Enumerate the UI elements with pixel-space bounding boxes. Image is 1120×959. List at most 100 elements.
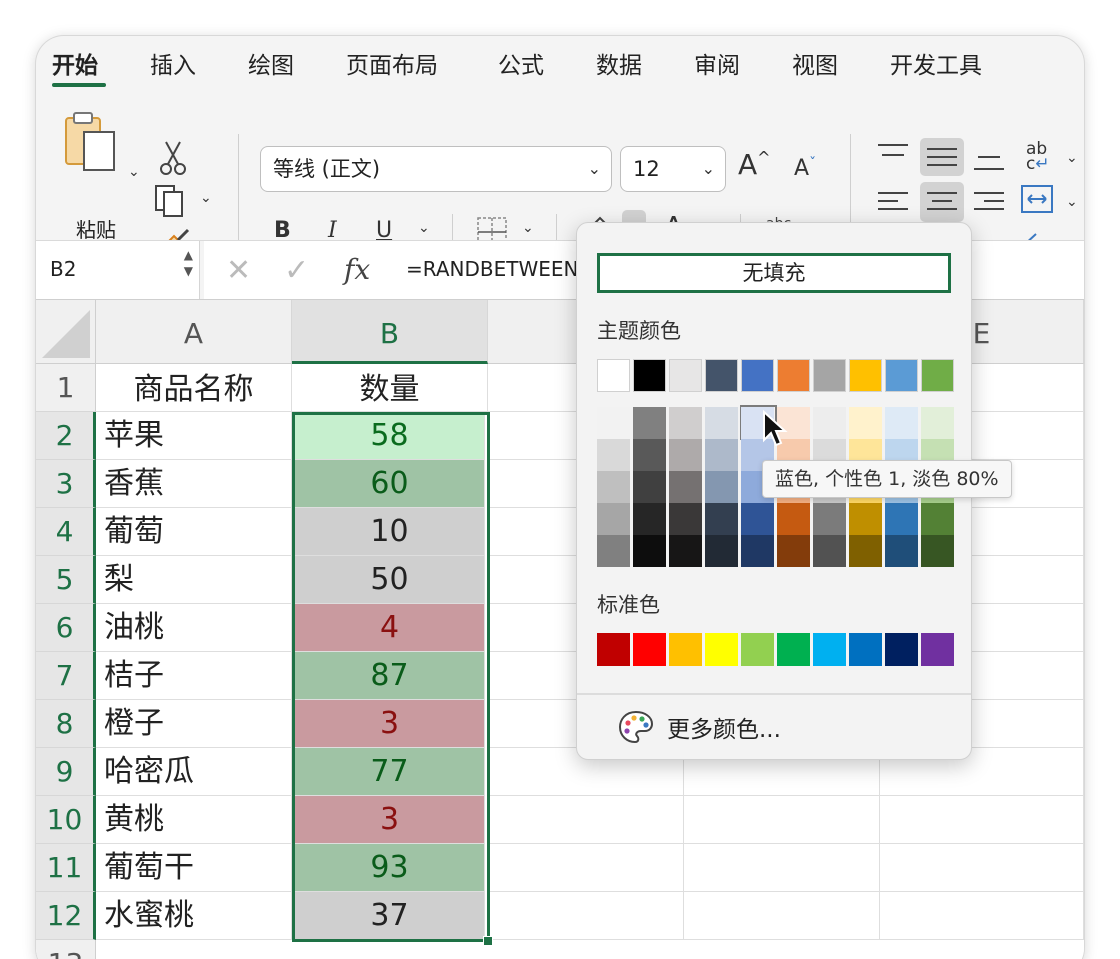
standard-color-swatch[interactable] — [705, 633, 738, 666]
theme-shade-swatch[interactable] — [705, 535, 738, 567]
theme-shade-swatch[interactable] — [597, 471, 630, 503]
table-cell-empty[interactable] — [488, 892, 684, 940]
table-cell-quantity[interactable]: 87 — [295, 652, 485, 700]
theme-shade-swatch[interactable] — [669, 439, 702, 471]
table-cell-product[interactable]: 水蜜桃 — [96, 892, 292, 940]
table-cell-product[interactable]: 黄桃 — [96, 796, 292, 844]
tab-insert[interactable]: 插入 — [150, 46, 196, 80]
align-middle-button[interactable] — [920, 138, 964, 176]
borders-dropdown-icon[interactable]: ⌄ — [522, 220, 534, 236]
standard-color-swatch[interactable] — [669, 633, 702, 666]
decrease-font-button[interactable]: Aˇ — [794, 156, 816, 181]
name-box-stepper-icon[interactable]: ▲ ▼ — [184, 247, 193, 279]
row-header-1[interactable]: 1 — [36, 364, 96, 412]
wrap-dropdown-icon[interactable]: ⌄ — [1066, 150, 1078, 166]
standard-color-swatch[interactable] — [813, 633, 846, 666]
theme-shade-swatch[interactable] — [849, 503, 882, 535]
theme-shade-swatch[interactable] — [777, 503, 810, 535]
theme-shade-swatch[interactable] — [705, 503, 738, 535]
increase-font-button[interactable]: A^ — [738, 148, 771, 181]
align-right-icon[interactable] — [974, 188, 1006, 218]
column-header-b[interactable]: B — [292, 300, 488, 364]
theme-shade-swatch[interactable] — [741, 535, 774, 567]
theme-color-swatch[interactable] — [921, 359, 954, 392]
table-cell-quantity[interactable]: 93 — [295, 844, 485, 892]
no-fill-button[interactable]: 无填充 — [597, 253, 951, 293]
table-cell-empty[interactable] — [488, 844, 684, 892]
theme-shade-swatch[interactable] — [921, 535, 954, 567]
theme-shade-swatch[interactable] — [597, 439, 630, 471]
paste-dropdown-icon[interactable]: ⌄ — [128, 164, 140, 180]
theme-shade-swatch[interactable] — [813, 503, 846, 535]
theme-shade-swatch[interactable] — [633, 503, 666, 535]
theme-color-swatch[interactable] — [669, 359, 702, 392]
theme-shade-swatch[interactable] — [777, 535, 810, 567]
theme-shade-swatch[interactable] — [813, 535, 846, 567]
theme-shade-swatch[interactable] — [669, 503, 702, 535]
font-name-select[interactable]: 等线 (正文) ⌄ — [260, 146, 612, 192]
row-header[interactable]: 7 — [36, 652, 96, 700]
table-cell-quantity[interactable]: 3 — [295, 796, 485, 844]
theme-color-swatch[interactable] — [705, 359, 738, 392]
table-cell-quantity[interactable]: 37 — [295, 892, 485, 940]
merge-center-icon[interactable] — [1020, 184, 1054, 214]
row-header[interactable]: 4 — [36, 508, 96, 556]
theme-shade-swatch[interactable] — [849, 407, 882, 439]
standard-color-swatch[interactable] — [633, 633, 666, 666]
row-header[interactable]: 8 — [36, 700, 96, 748]
table-cell-quantity[interactable]: 3 — [295, 700, 485, 748]
align-center-button[interactable] — [920, 182, 964, 222]
standard-color-swatch[interactable] — [885, 633, 918, 666]
row-header[interactable]: 2 — [36, 412, 96, 460]
cut-icon[interactable] — [158, 140, 188, 176]
table-cell-empty[interactable] — [684, 892, 880, 940]
row-header[interactable]: 11 — [36, 844, 96, 892]
standard-color-swatch[interactable] — [921, 633, 954, 666]
theme-color-swatch[interactable] — [597, 359, 630, 392]
table-cell-product[interactable]: 油桃 — [96, 604, 292, 652]
theme-shade-swatch[interactable] — [669, 471, 702, 503]
table-cell-product[interactable]: 哈密瓜 — [96, 748, 292, 796]
table-cell-product[interactable]: 橙子 — [96, 700, 292, 748]
table-cell-quantity[interactable]: 60 — [295, 460, 485, 508]
table-cell-quantity[interactable]: 77 — [295, 748, 485, 796]
theme-shade-swatch[interactable] — [741, 503, 774, 535]
table-cell-product[interactable]: 香蕉 — [96, 460, 292, 508]
theme-shade-swatch[interactable] — [633, 535, 666, 567]
tab-data[interactable]: 数据 — [596, 46, 642, 80]
theme-shade-swatch[interactable] — [597, 503, 630, 535]
row-header[interactable]: 9 — [36, 748, 96, 796]
theme-shade-swatch[interactable] — [597, 535, 630, 567]
table-cell-empty[interactable] — [880, 844, 1084, 892]
standard-color-swatch[interactable] — [777, 633, 810, 666]
table-cell-quantity[interactable]: 58 — [295, 412, 485, 460]
paste-button[interactable] — [62, 110, 122, 184]
confirm-icon[interactable]: ✓ — [284, 253, 309, 288]
font-size-select[interactable]: 12 ⌄ — [620, 146, 726, 192]
theme-shade-swatch[interactable] — [633, 407, 666, 439]
theme-shade-swatch[interactable] — [885, 535, 918, 567]
copy-icon[interactable] — [154, 184, 190, 218]
align-left-icon[interactable] — [878, 188, 910, 218]
wrap-text-button[interactable]: ab c↵ — [1026, 141, 1050, 173]
theme-color-swatch[interactable] — [741, 359, 774, 392]
copy-dropdown-icon[interactable]: ⌄ — [200, 190, 212, 206]
standard-color-swatch[interactable] — [849, 633, 882, 666]
table-cell-product[interactable]: 葡萄干 — [96, 844, 292, 892]
tab-review[interactable]: 审阅 — [694, 46, 740, 80]
align-bottom-icon[interactable] — [974, 148, 1006, 176]
tab-view[interactable]: 视图 — [792, 46, 838, 80]
table-cell-empty[interactable] — [880, 796, 1084, 844]
table-cell-quantity[interactable]: 10 — [295, 508, 485, 556]
table-cell-quantity[interactable]: 4 — [295, 604, 485, 652]
align-top-icon[interactable] — [878, 142, 910, 170]
cell-a1[interactable]: 商品名称 — [96, 364, 292, 412]
theme-shade-swatch[interactable] — [633, 471, 666, 503]
table-cell-product[interactable]: 葡萄 — [96, 508, 292, 556]
theme-shade-swatch[interactable] — [849, 535, 882, 567]
row-header[interactable]: 6 — [36, 604, 96, 652]
table-cell-empty[interactable] — [488, 796, 684, 844]
theme-shade-swatch[interactable] — [705, 471, 738, 503]
name-box[interactable]: B2 ▲ ▼ — [36, 241, 200, 299]
table-cell-product[interactable]: 苹果 — [96, 412, 292, 460]
